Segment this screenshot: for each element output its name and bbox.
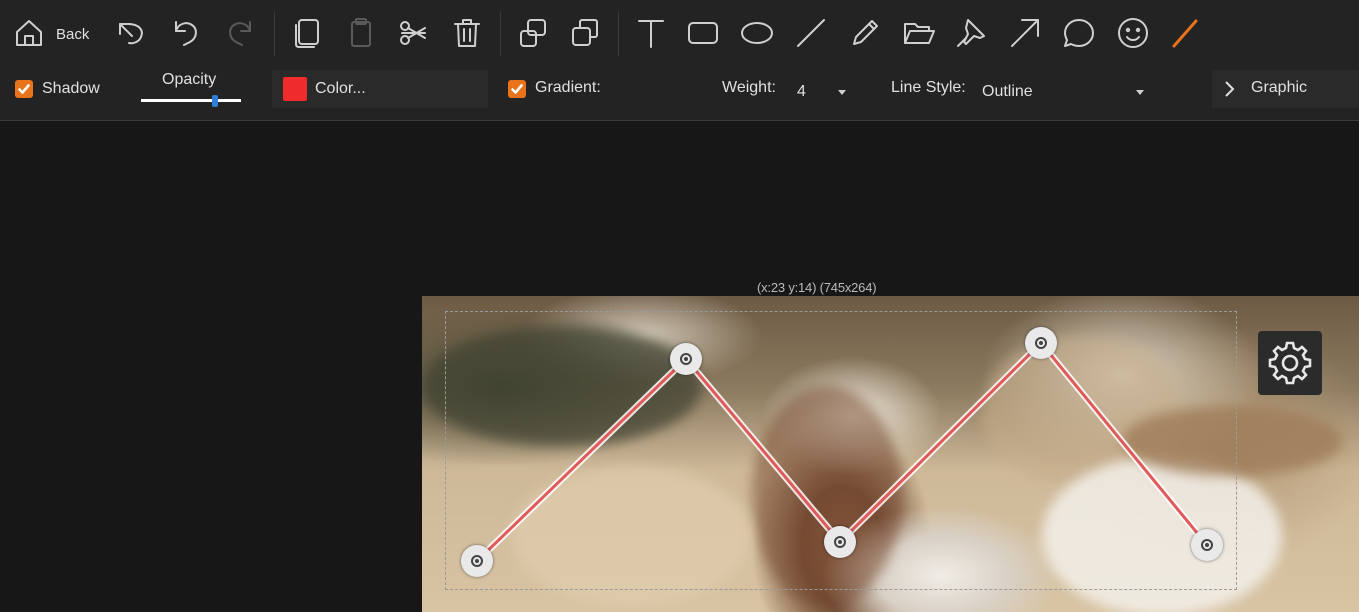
- back-button[interactable]: [10, 14, 48, 52]
- opacity-label: Opacity: [162, 71, 217, 88]
- text-tool-icon: [638, 20, 664, 48]
- speech-bubble-tool-button[interactable]: [1060, 14, 1098, 52]
- redo-button[interactable]: [222, 14, 260, 52]
- undo-all-icon: [119, 23, 143, 45]
- pencil-tool-icon: [853, 20, 878, 45]
- home-icon: [16, 20, 42, 46]
- shadow-label: Shadow: [42, 80, 100, 97]
- polyline-vertex-handle[interactable]: [461, 545, 493, 577]
- pin-tool-icon: [957, 19, 985, 47]
- line-tool-icon: [797, 19, 825, 47]
- annotation-settings-button[interactable]: [1258, 331, 1322, 395]
- polyline-tool-button[interactable]: [1166, 14, 1204, 52]
- toolbar-divider: [500, 12, 501, 56]
- cut-icon: [400, 21, 426, 45]
- open-folder-button[interactable]: [900, 14, 938, 52]
- polyline-tool-icon: [1172, 19, 1198, 48]
- line-style-label: Line Style:: [891, 79, 966, 96]
- send-backward-button[interactable]: [566, 14, 604, 52]
- polyline-vertex-handle[interactable]: [1025, 327, 1057, 359]
- back-label[interactable]: Back: [56, 26, 89, 43]
- opacity-slider-knob[interactable]: [212, 95, 218, 107]
- chevron-down-icon[interactable]: [838, 90, 846, 95]
- gradient-checkbox[interactable]: [508, 80, 526, 98]
- arrow-tool-icon: [1011, 19, 1039, 47]
- paste-button[interactable]: [342, 14, 380, 52]
- toolbar-divider: [618, 12, 619, 56]
- delete-icon: [454, 19, 480, 47]
- polyline-vertex-handle[interactable]: [824, 526, 856, 558]
- line-tool-button[interactable]: [792, 14, 830, 52]
- copy-button[interactable]: [288, 14, 326, 52]
- smiley-tool-button[interactable]: [1114, 14, 1152, 52]
- weight-label: Weight:: [722, 79, 776, 96]
- toolbar-divider: [274, 12, 275, 56]
- polyline-vertex-handle[interactable]: [1191, 529, 1223, 561]
- main-toolbar: Back: [0, 0, 1359, 70]
- send-backward-icon: [572, 19, 598, 46]
- opacity-slider-track[interactable]: [141, 99, 241, 102]
- gradient-label: Gradient:: [535, 79, 601, 96]
- bring-forward-button[interactable]: [514, 14, 552, 52]
- line-style-select-value[interactable]: Outline: [982, 83, 1033, 101]
- ellipse-tool-button[interactable]: [738, 14, 776, 52]
- color-button[interactable]: Color...: [315, 80, 366, 98]
- bring-forward-icon: [520, 19, 546, 47]
- speech-bubble-tool-icon: [1064, 19, 1094, 47]
- color-swatch[interactable]: [283, 77, 307, 101]
- ellipse-tool-icon: [741, 22, 773, 44]
- selection-info: (x:23 y:14) (745x264): [757, 280, 877, 295]
- text-tool-button[interactable]: [632, 14, 670, 52]
- arrow-tool-button[interactable]: [1006, 14, 1044, 52]
- smiley-tool-icon: [1118, 18, 1148, 48]
- gear-icon: [1268, 341, 1312, 385]
- graphic-panel-toggle[interactable]: Graphic: [1251, 79, 1307, 97]
- delete-button[interactable]: [448, 14, 486, 52]
- cut-button[interactable]: [394, 14, 432, 52]
- pencil-tool-button[interactable]: [846, 14, 884, 52]
- checkmark-icon: [18, 84, 30, 94]
- chevron-down-icon[interactable]: [1136, 90, 1144, 95]
- polyline-vertex-handle[interactable]: [670, 343, 702, 375]
- paste-icon: [351, 18, 371, 47]
- copy-icon: [295, 19, 319, 48]
- undo-button[interactable]: [166, 14, 204, 52]
- undo-all-button[interactable]: [112, 14, 150, 52]
- shadow-checkbox[interactable]: [15, 80, 33, 98]
- open-folder-icon: [904, 23, 935, 44]
- redo-icon: [229, 21, 251, 46]
- chevron-right-icon[interactable]: [1222, 80, 1236, 98]
- rectangle-tool-button[interactable]: [684, 14, 722, 52]
- rectangle-tool-icon: [688, 22, 718, 44]
- checkmark-icon: [511, 84, 523, 94]
- pin-tool-button[interactable]: [952, 14, 990, 52]
- weight-select-value[interactable]: 4: [797, 83, 806, 101]
- undo-icon: [175, 21, 197, 46]
